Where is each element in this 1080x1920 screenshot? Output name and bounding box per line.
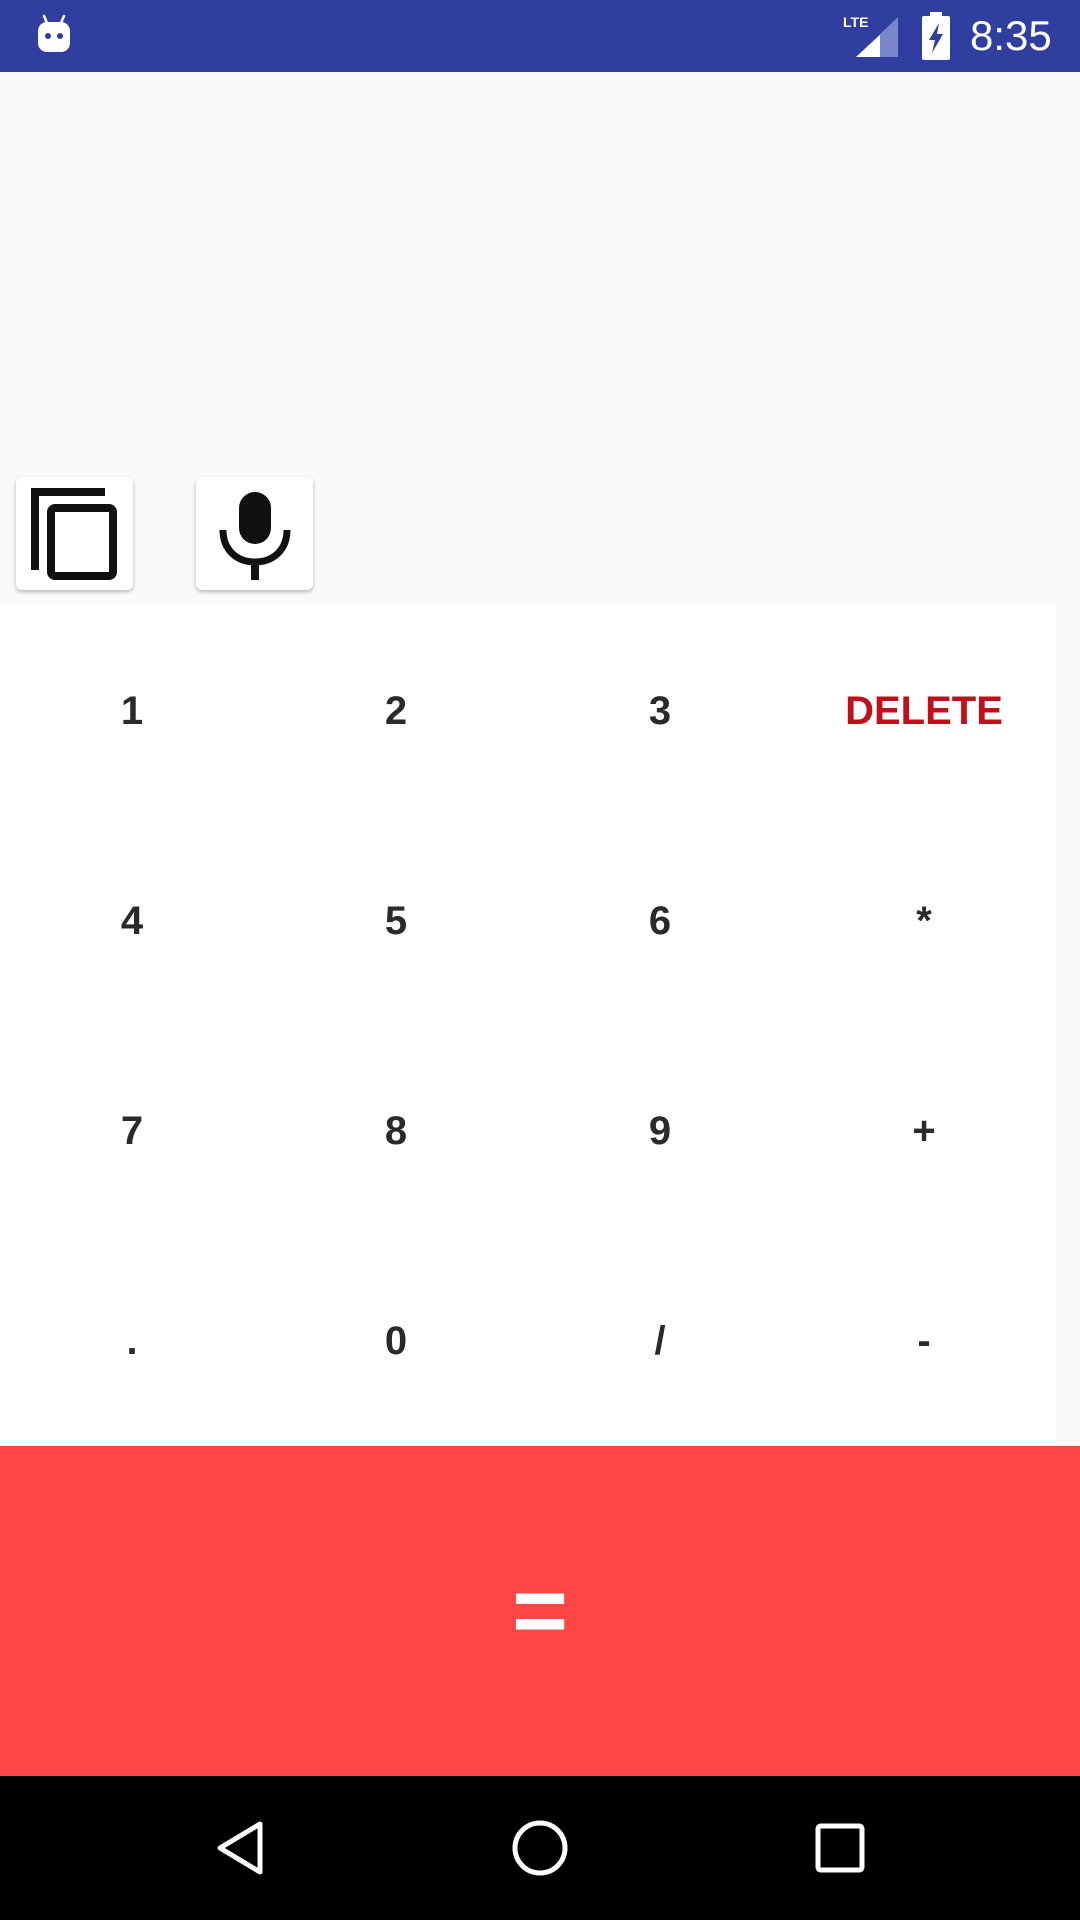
key-8[interactable]: 8 [264, 1026, 528, 1236]
key-6[interactable]: 6 [528, 816, 792, 1026]
status-bar: LTE 8:35 [0, 0, 1080, 72]
back-icon[interactable] [204, 1812, 276, 1884]
svg-text:LTE: LTE [843, 14, 868, 30]
key-4[interactable]: 4 [0, 816, 264, 1026]
copy-button[interactable] [16, 477, 133, 590]
minus-button[interactable]: - [792, 1236, 1056, 1446]
navigation-bar [0, 1776, 1080, 1920]
key-9[interactable]: 9 [528, 1026, 792, 1236]
copy-icon [30, 487, 117, 580]
result-display [0, 72, 1080, 604]
key-0[interactable]: 0 [264, 1236, 528, 1446]
microphone-icon [219, 491, 290, 580]
key-3[interactable]: 3 [528, 606, 792, 816]
status-time: 8:35 [970, 12, 1052, 59]
key-2[interactable]: 2 [264, 606, 528, 816]
divide-button[interactable]: / [528, 1236, 792, 1446]
home-icon[interactable] [504, 1812, 576, 1884]
key-7[interactable]: 7 [0, 1026, 264, 1236]
decimal-point-button[interactable]: . [0, 1236, 264, 1446]
equals-button[interactable]: = [0, 1446, 1080, 1776]
multiply-button[interactable]: * [792, 816, 1056, 1026]
keypad: 1 2 3 DELETE 4 5 6 * 7 8 9 + . 0 / - [0, 606, 1056, 1446]
plus-button[interactable]: + [792, 1026, 1056, 1236]
key-1[interactable]: 1 [0, 606, 264, 816]
key-5[interactable]: 5 [264, 816, 528, 1026]
recents-icon[interactable] [804, 1812, 876, 1884]
delete-button[interactable]: DELETE [792, 606, 1056, 816]
android-icon [38, 14, 70, 52]
lte-signal-icon: LTE [843, 14, 898, 57]
calculator-screen: LTE 8:35 1 2 3 DELETE 4 5 6 * 7 8 9 + . … [0, 0, 1080, 1920]
battery-charging-icon [922, 12, 950, 60]
microphone-button[interactable] [196, 477, 313, 590]
